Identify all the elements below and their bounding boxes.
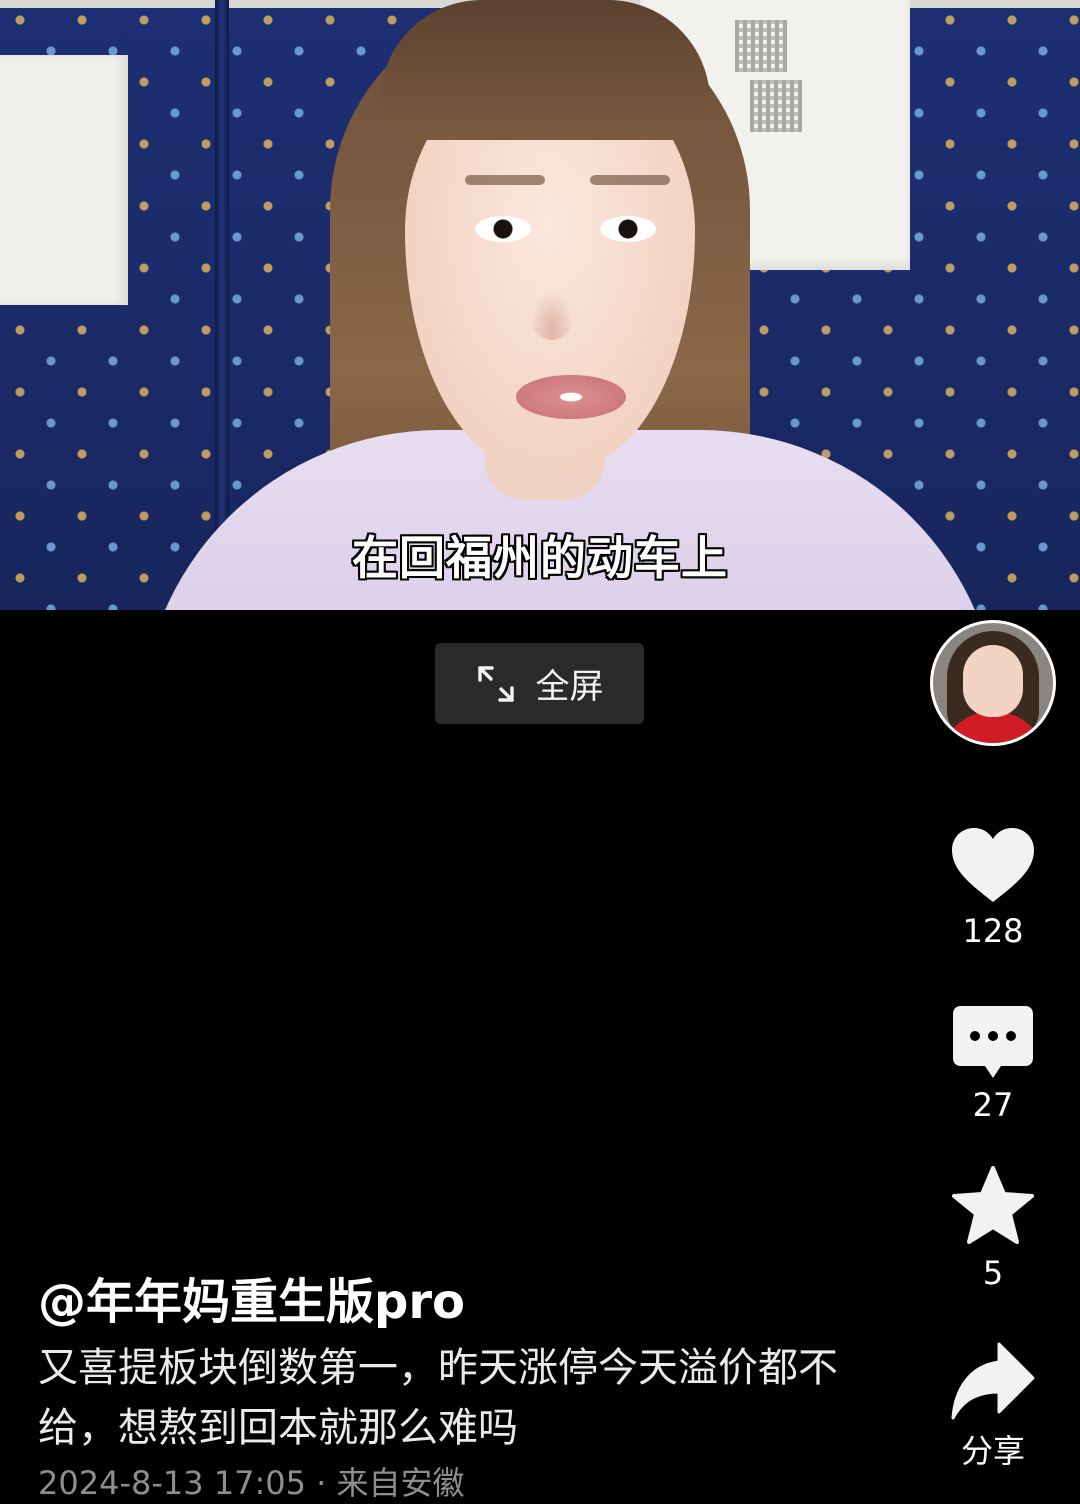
share-arrow-icon [951, 1342, 1035, 1420]
post-description: 又喜提板块倒数第一，昨天涨停今天溢价都不给，想熬到回本就那么难吗 [38, 1345, 838, 1451]
video-subtitle: 在回福州的动车上 [352, 531, 728, 585]
author-name[interactable]: @年年妈重生版pro [38, 1262, 465, 1332]
comment-button[interactable]: 27 [928, 1004, 1058, 1124]
fullscreen-label: 全屏 [535, 667, 604, 707]
person-mouth [516, 375, 626, 419]
left-eye [475, 216, 531, 242]
person-nose [530, 290, 574, 340]
left-headrest-cover [0, 55, 128, 305]
headrest-ad-print [0, 155, 46, 183]
share-button[interactable]: 分享 [928, 1340, 1058, 1472]
expand-arrows-icon [477, 665, 514, 702]
video-player[interactable]: 在回福州的动车上 [0, 0, 1080, 610]
right-eye [600, 216, 656, 242]
star-icon [952, 1166, 1034, 1244]
favorite-button[interactable]: 5 [928, 1164, 1058, 1292]
like-count: 128 [962, 912, 1024, 950]
share-label: 分享 [960, 1432, 1025, 1470]
person-bangs [380, 0, 710, 140]
like-button[interactable]: 128 [928, 826, 1058, 950]
heart-icon [952, 828, 1034, 902]
comment-count: 27 [972, 1086, 1014, 1124]
left-eyebrow [465, 175, 545, 185]
favorite-count: 5 [982, 1254, 1004, 1292]
right-eyebrow [590, 175, 670, 185]
video-person [140, 0, 1000, 610]
post-meta: 2024-8-13 17:05 · 来自安徽 [38, 1464, 465, 1502]
speech-bubble-dots-icon [953, 1006, 1033, 1078]
fullscreen-button[interactable]: 全屏 [435, 643, 644, 724]
avatar-face [963, 645, 1023, 717]
author-avatar[interactable] [930, 620, 1056, 746]
